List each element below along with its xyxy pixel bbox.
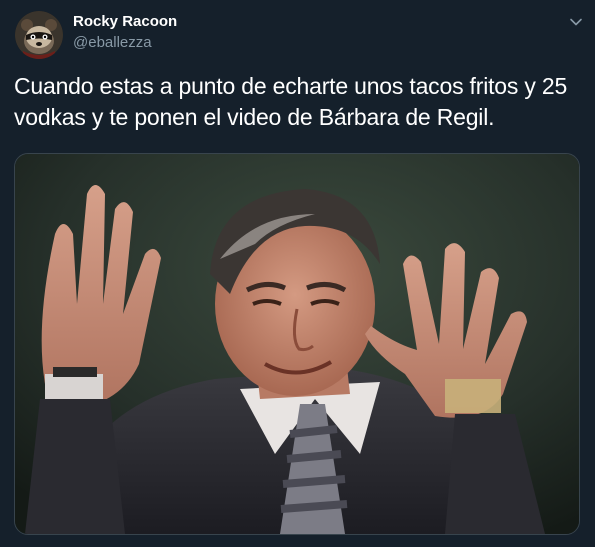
meme-photo [15,154,579,534]
author-display-name[interactable]: Rocky Racoon [73,12,177,32]
author-handle[interactable]: @eballezza [73,33,152,53]
tweet-menu-button[interactable] [566,12,586,32]
tweet-text: Cuando estas a punto de echarte unos tac… [14,73,568,130]
tweet-media-photo[interactable] [14,153,580,535]
tweet-card[interactable]: Rocky Racoon @eballezza Cuando estas a p… [0,0,595,547]
raccoon-avatar-icon [15,11,63,59]
chevron-down-icon [570,18,582,26]
author-avatar[interactable] [15,11,63,59]
